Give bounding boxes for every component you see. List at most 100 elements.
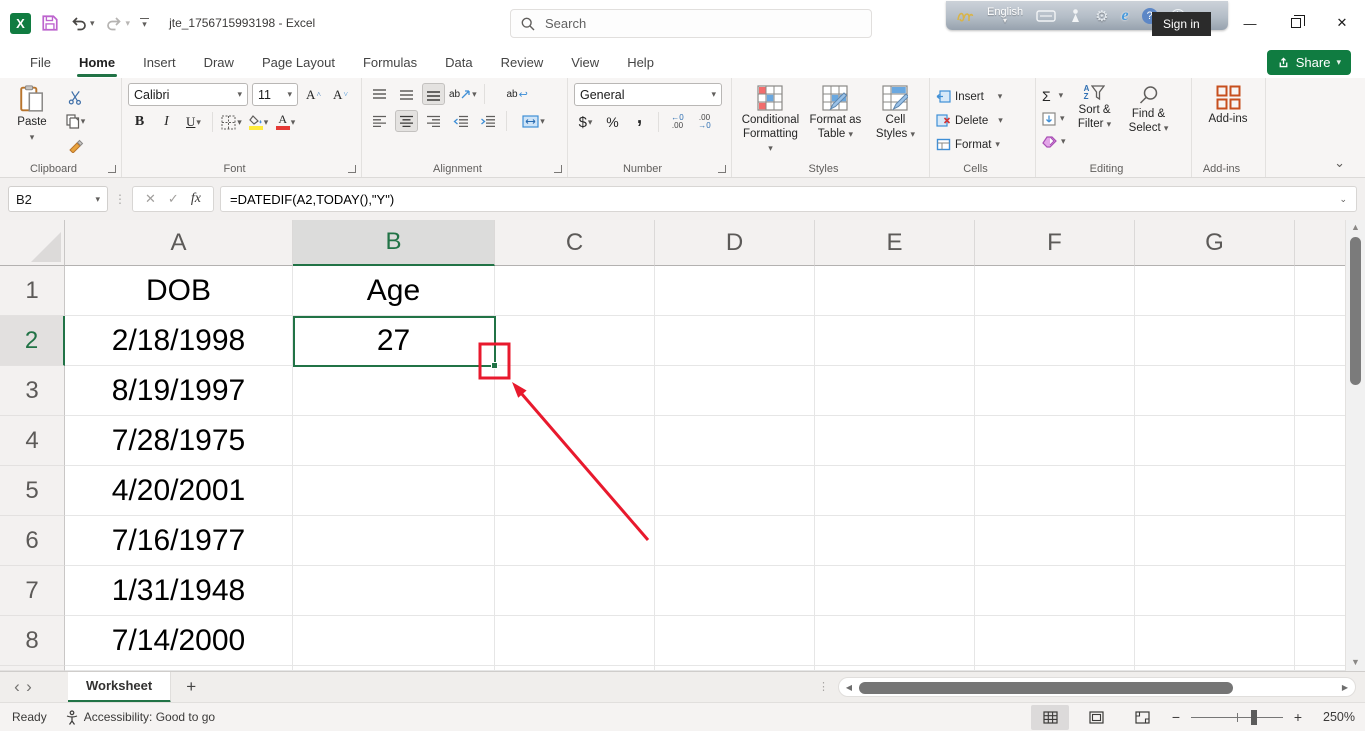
row-header-3[interactable]: 3: [0, 366, 65, 416]
name-box-splitter[interactable]: ⋮: [114, 192, 126, 206]
cell-G8[interactable]: [1135, 616, 1295, 666]
cell-C3[interactable]: [495, 366, 655, 416]
cell-C1[interactable]: [495, 266, 655, 316]
font-name-combo[interactable]: Calibri ▾: [128, 83, 248, 106]
formula-input[interactable]: =DATEDIF(A2,TODAY(),"Y") ⌄: [220, 186, 1357, 212]
decrease-decimal-button[interactable]: .00 →0: [693, 111, 716, 133]
zoom-slider[interactable]: [1191, 709, 1283, 725]
number-dialog-launcher[interactable]: [718, 165, 726, 173]
column-header-partial[interactable]: [1295, 220, 1345, 266]
scroll-left-icon[interactable]: ◀: [839, 683, 859, 692]
accessibility-status[interactable]: Accessibility: Good to go: [65, 709, 215, 725]
cut-button[interactable]: [64, 86, 87, 108]
cell-G1[interactable]: [1135, 266, 1295, 316]
cell-D4[interactable]: [655, 416, 815, 466]
cell-A5[interactable]: 4/20/2001: [65, 466, 293, 516]
sort-filter-button[interactable]: AZ Sort & Filter ▾: [1070, 83, 1120, 160]
cell-F3[interactable]: [975, 366, 1135, 416]
column-header-E[interactable]: E: [815, 220, 975, 266]
cell-F4[interactable]: [975, 416, 1135, 466]
keyboard-icon[interactable]: [1036, 9, 1056, 22]
cell-C7[interactable]: [495, 566, 655, 616]
cell-B7[interactable]: [293, 566, 495, 616]
clipboard-dialog-launcher[interactable]: [108, 165, 116, 173]
page-layout-view-button[interactable]: [1077, 705, 1115, 730]
cell-E6[interactable]: [815, 516, 975, 566]
italic-button[interactable]: I: [155, 111, 178, 133]
conditional-formatting-button[interactable]: Conditional Formatting ▾: [738, 83, 803, 160]
zoom-level[interactable]: 250%: [1313, 710, 1355, 724]
cell-G2[interactable]: [1135, 316, 1295, 366]
next-sheet-button[interactable]: ›: [12, 677, 46, 697]
increase-font-size-button[interactable]: A ˄: [302, 84, 325, 106]
alignment-dialog-launcher[interactable]: [554, 165, 562, 173]
cell-E4[interactable]: [815, 416, 975, 466]
excel-app-icon[interactable]: X: [10, 12, 31, 34]
tab-page-layout[interactable]: Page Layout: [248, 46, 349, 78]
share-button[interactable]: Share ▾: [1266, 50, 1351, 75]
tab-file[interactable]: File: [16, 46, 65, 78]
cell-E1[interactable]: [815, 266, 975, 316]
cell-C5[interactable]: [495, 466, 655, 516]
tab-scroll-splitter[interactable]: ⋮: [818, 681, 829, 692]
scroll-right-icon[interactable]: ▶: [1335, 683, 1355, 692]
row-header-6[interactable]: 6: [0, 516, 65, 566]
format-cells-button[interactable]: Format ▾: [936, 134, 1029, 155]
scroll-down-icon[interactable]: ▼: [1351, 655, 1360, 669]
tab-formulas[interactable]: Formulas: [349, 46, 431, 78]
merge-center-button[interactable]: ▾: [522, 110, 545, 132]
undo-caret-icon[interactable]: ▾: [90, 18, 95, 28]
cell-H7-partial[interactable]: [1295, 566, 1345, 616]
copy-button[interactable]: ▾: [64, 110, 87, 132]
format-as-table-button[interactable]: Format as Table ▾: [805, 83, 866, 160]
cell-G4[interactable]: [1135, 416, 1295, 466]
percent-style-button[interactable]: %: [601, 111, 624, 133]
row-header-1[interactable]: 1: [0, 266, 65, 316]
cell-A6[interactable]: 7/16/1977: [65, 516, 293, 566]
cell-F7[interactable]: [975, 566, 1135, 616]
top-align-button[interactable]: [368, 83, 391, 105]
cell-G6[interactable]: [1135, 516, 1295, 566]
close-button[interactable]: ✕: [1319, 0, 1365, 46]
cell-styles-button[interactable]: Cell Styles ▾: [868, 83, 923, 160]
delete-cells-button[interactable]: Delete ▾: [936, 110, 1029, 131]
align-left-button[interactable]: [368, 110, 391, 132]
zoom-in-button[interactable]: +: [1291, 709, 1305, 725]
cell-H5-partial[interactable]: [1295, 466, 1345, 516]
cell-D5[interactable]: [655, 466, 815, 516]
name-box[interactable]: B2 ▾: [8, 186, 108, 212]
language-selector[interactable]: English ▾: [987, 6, 1023, 25]
row-header-7[interactable]: 7: [0, 566, 65, 616]
bold-button[interactable]: B: [128, 111, 151, 133]
column-header-G[interactable]: G: [1135, 220, 1295, 266]
restore-button[interactable]: [1273, 0, 1319, 46]
cell-D8[interactable]: [655, 616, 815, 666]
row-header-8[interactable]: 8: [0, 616, 65, 666]
horizontal-scrollbar[interactable]: ◀ ▶: [838, 677, 1356, 697]
cell-C4[interactable]: [495, 416, 655, 466]
cell-D7[interactable]: [655, 566, 815, 616]
page-break-preview-button[interactable]: [1123, 705, 1161, 730]
cell-H4-partial[interactable]: [1295, 416, 1345, 466]
cancel-formula-button[interactable]: ✕: [145, 191, 156, 207]
cell-C2[interactable]: [495, 316, 655, 366]
select-all-button[interactable]: [0, 220, 65, 266]
column-header-B[interactable]: B: [293, 220, 495, 266]
collapse-ribbon-icon[interactable]: ⌄: [1334, 155, 1345, 171]
vertical-scrollbar[interactable]: ▲ ▼: [1345, 220, 1365, 671]
row-header-4[interactable]: 4: [0, 416, 65, 466]
wrap-text-button[interactable]: ab ↩: [506, 83, 529, 105]
input-tool-icon[interactable]: [1069, 8, 1082, 24]
cell-H6-partial[interactable]: [1295, 516, 1345, 566]
middle-align-button[interactable]: [395, 83, 418, 105]
customize-qat-button[interactable]: ▾: [140, 17, 150, 29]
borders-button[interactable]: ▾: [220, 111, 243, 133]
cell-C8[interactable]: [495, 616, 655, 666]
tab-home[interactable]: Home: [65, 46, 129, 78]
cell-A2[interactable]: 2/18/1998: [65, 316, 293, 366]
cell-F6[interactable]: [975, 516, 1135, 566]
format-painter-button[interactable]: [64, 134, 87, 156]
orientation-button[interactable]: ab ▾: [449, 83, 477, 105]
cell-B6[interactable]: [293, 516, 495, 566]
cell-D6[interactable]: [655, 516, 815, 566]
